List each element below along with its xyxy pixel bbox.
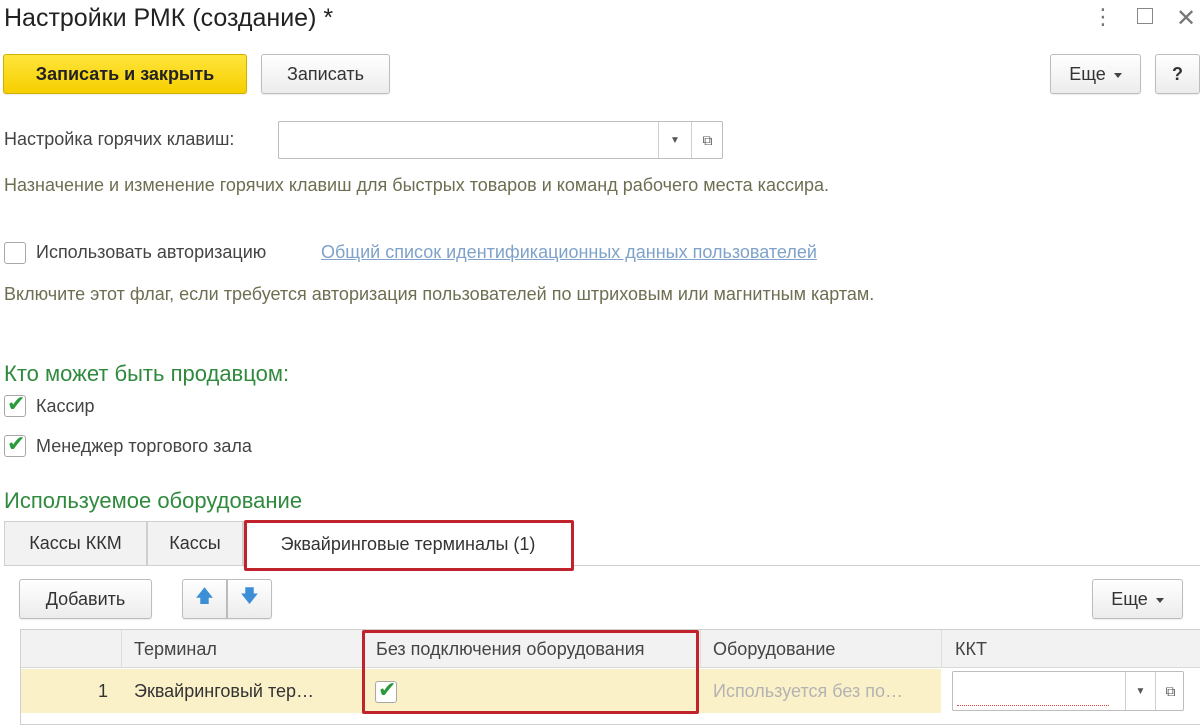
column-header-equipment[interactable]: Оборудование — [713, 630, 835, 668]
tab-panel-border — [4, 565, 1200, 566]
tab-kkm-registers[interactable]: Кассы ККМ — [4, 521, 147, 565]
dropdown-icon[interactable]: ▼ — [1125, 672, 1155, 710]
hotkeys-label: Настройка горячих клавиш: — [4, 129, 235, 149]
row-number: 1 — [97, 680, 108, 701]
column-separator — [941, 630, 942, 668]
row-terminal-cell[interactable]: Эквайринговый тер… — [134, 669, 314, 713]
chevron-down-icon — [1113, 72, 1122, 78]
hotkeys-field[interactable]: ▼ ⧉ — [278, 121, 723, 159]
floor-manager-checkbox[interactable]: ✔ — [4, 431, 26, 457]
column-header-kkt[interactable]: ККТ — [955, 630, 987, 668]
more-button-label: Еще — [1069, 63, 1106, 84]
check-icon: ✔ — [7, 431, 26, 456]
open-icon[interactable]: ⧉ — [691, 122, 723, 158]
page-title: Настройки РМК (создание) * — [4, 4, 334, 32]
table-more-button[interactable]: Еще — [1092, 579, 1183, 619]
save-button[interactable]: Записать — [261, 54, 390, 94]
kkt-field[interactable]: ▼ ⧉ — [952, 671, 1184, 711]
use-auth-label[interactable]: Использовать авторизацию — [36, 242, 266, 263]
cashier-label[interactable]: Кассир — [36, 396, 95, 417]
tab-registers[interactable]: Кассы — [147, 521, 243, 565]
auth-hint: Включите этот флаг, если требуется автор… — [4, 284, 875, 304]
table-more-label: Еще — [1111, 588, 1148, 609]
add-button[interactable]: Добавить — [19, 579, 152, 619]
required-underline — [957, 705, 1109, 706]
highlight-box-tab — [244, 520, 574, 571]
cashier-checkbox[interactable]: ✔ — [4, 391, 26, 417]
column-header-terminal[interactable]: Терминал — [134, 630, 217, 668]
close-icon[interactable]: ✕ — [1176, 4, 1196, 33]
user-id-list-link[interactable]: Общий список идентификационных данных по… — [321, 242, 817, 263]
highlight-box-column — [362, 630, 699, 714]
use-auth-checkbox[interactable] — [4, 242, 26, 264]
open-icon[interactable]: ⧉ — [1155, 672, 1185, 710]
dropdown-icon[interactable]: ▼ — [658, 122, 691, 158]
row-equipment-cell[interactable]: Используется без по… — [713, 669, 903, 713]
save-and-close-button[interactable]: Записать и закрыть — [3, 54, 247, 94]
column-separator — [700, 630, 701, 668]
hotkeys-hint: Назначение и изменение горячих клавиш дл… — [4, 175, 830, 195]
more-button[interactable]: Еще — [1050, 54, 1141, 94]
help-button[interactable]: ? — [1155, 54, 1200, 94]
arrow-down-icon[interactable]: 🡇 — [227, 579, 272, 619]
seller-heading: Кто может быть продавцом: — [4, 361, 290, 386]
equipment-heading: Используемое оборудование — [4, 488, 303, 513]
more-vertical-icon[interactable]: ⋮ — [1092, 6, 1114, 28]
check-icon: ✔ — [7, 391, 26, 416]
chevron-down-icon — [1155, 597, 1164, 603]
column-separator — [121, 630, 122, 668]
floor-manager-label[interactable]: Менеджер торгового зала — [36, 436, 252, 457]
maximize-icon[interactable] — [1137, 8, 1153, 24]
arrow-up-icon[interactable]: 🡅 — [182, 579, 227, 619]
